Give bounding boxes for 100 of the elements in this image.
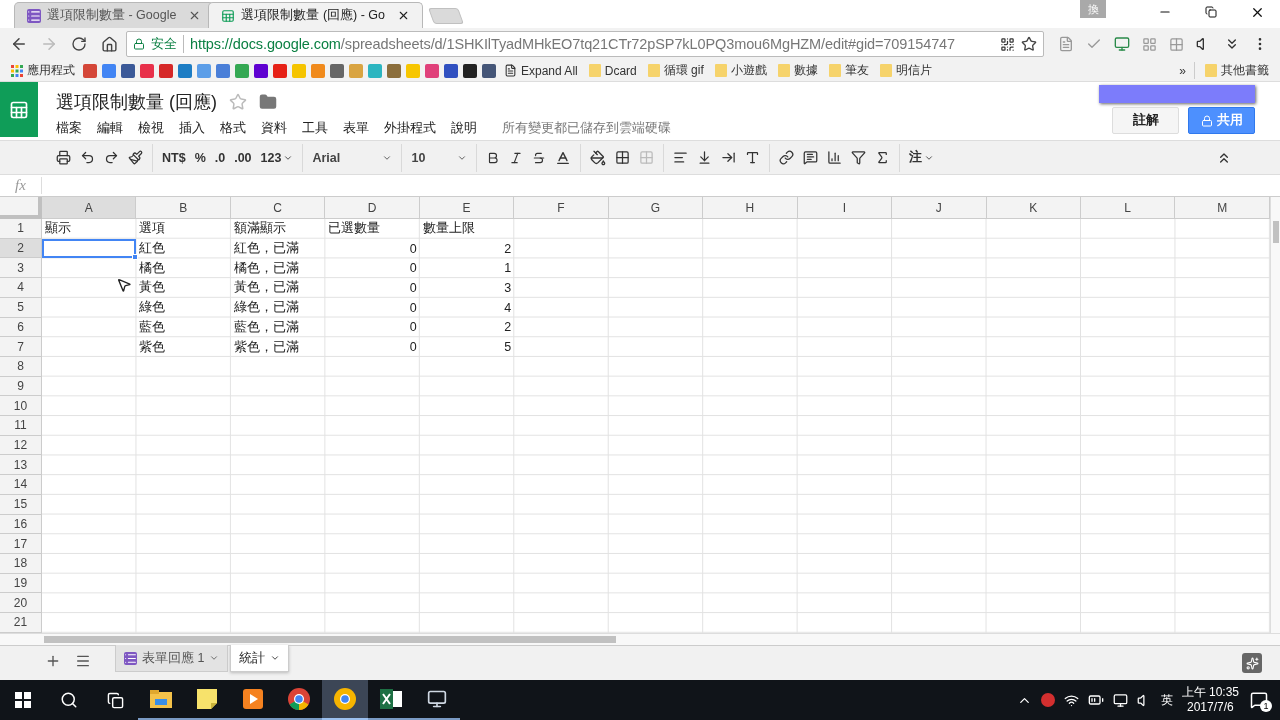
row-header[interactable]: 1 <box>0 219 42 239</box>
row-header[interactable]: 4 <box>0 278 42 298</box>
bookmark-folder[interactable]: Dcard <box>585 63 640 78</box>
row-header[interactable]: 15 <box>0 494 42 515</box>
extension-icon[interactable] <box>1114 36 1130 52</box>
row-header[interactable]: 18 <box>0 553 42 574</box>
bookmark-folder[interactable]: 循環 gif <box>644 62 707 79</box>
row-header[interactable]: 14 <box>0 475 42 495</box>
bookmark-link[interactable]: 應用程式 <box>8 62 78 79</box>
column-header[interactable]: G <box>608 197 704 219</box>
row-header[interactable]: 8 <box>0 356 42 377</box>
address-bar[interactable]: 安全 https://docs.google.com/spreadsheets/d/1SHKIlTyadMHkEO7tq21CTr72pSP7kL0PQ3mou6MgHZM/edit#gid=709154747 <box>126 31 1044 57</box>
row-header[interactable]: 21 <box>0 613 42 633</box>
bookmark-folder[interactable]: 小遊戲 <box>711 62 770 79</box>
input-method[interactable]: 英 <box>1160 691 1173 709</box>
row-header[interactable]: 19 <box>0 573 42 594</box>
favicon-icon[interactable] <box>482 63 496 78</box>
notification-button[interactable]: 1 <box>1248 689 1270 711</box>
number-format-button[interactable]: 123 <box>260 150 294 165</box>
merge-cells-icon[interactable] <box>639 150 655 165</box>
row-header[interactable]: 6 <box>0 317 42 338</box>
percent-button[interactable]: % <box>194 150 206 165</box>
paint-format-icon[interactable] <box>128 150 143 165</box>
font-dropdown[interactable]: Arial <box>312 150 393 165</box>
favicon-icon[interactable] <box>444 63 458 78</box>
overflow-button[interactable]: » <box>1176 63 1189 78</box>
menu-item[interactable]: 格式 <box>220 119 254 137</box>
explore-button[interactable] <box>1242 653 1262 673</box>
bold-icon[interactable] <box>486 150 501 165</box>
qr-code-icon[interactable] <box>1000 36 1015 52</box>
menu-item[interactable]: 資料 <box>261 119 295 137</box>
link-icon[interactable] <box>779 150 795 165</box>
extension-icon[interactable] <box>1058 36 1074 52</box>
menu-item[interactable]: 檔案 <box>56 119 90 137</box>
redo-icon[interactable] <box>104 150 119 165</box>
document-title[interactable]: 選項限制數量 (回應) <box>56 90 217 114</box>
font-size-dropdown[interactable]: 10 <box>411 150 468 165</box>
menu-item[interactable]: 編輯 <box>97 119 131 137</box>
menu-item[interactable]: 說明 <box>451 119 485 137</box>
bookmark-folder[interactable]: 數據 <box>774 62 821 79</box>
menu-item[interactable]: 表單 <box>343 119 377 137</box>
chart-icon[interactable] <box>827 150 843 165</box>
bookmark-folder[interactable]: 其他書籤 <box>1194 62 1272 79</box>
row-header[interactable]: 12 <box>0 435 42 456</box>
column-header[interactable]: E <box>419 197 515 219</box>
row-header[interactable]: 9 <box>0 376 42 397</box>
all-sheets-icon[interactable] <box>75 653 91 669</box>
browser-tab[interactable]: 選項限制數量 (回應) - Go <box>208 2 423 28</box>
column-header[interactable]: F <box>514 197 609 219</box>
align-icon[interactable] <box>673 150 689 165</box>
row-header[interactable]: 20 <box>0 593 42 614</box>
text-color-icon[interactable] <box>555 149 572 166</box>
row-header[interactable]: 16 <box>0 514 42 535</box>
undo-icon[interactable] <box>80 150 95 165</box>
sheet-tab[interactable]: 表單回應 1 <box>115 645 229 672</box>
text-rotation-icon[interactable] <box>745 150 761 165</box>
display-icon[interactable] <box>1112 692 1128 708</box>
italic-icon[interactable] <box>509 150 524 165</box>
selected-cell[interactable] <box>42 238 137 259</box>
row-header[interactable]: 7 <box>0 337 42 357</box>
favicon-icon[interactable] <box>121 63 135 78</box>
menu-item[interactable]: 外掛程式 <box>384 119 444 137</box>
note-button[interactable]: 注 <box>909 149 935 166</box>
column-header[interactable]: K <box>986 197 1081 219</box>
sheets-logo[interactable] <box>0 82 38 137</box>
clock[interactable]: 上午 10:35 2017/7/6 <box>1181 685 1239 715</box>
scroll-thumb[interactable] <box>1272 221 1279 243</box>
star-icon[interactable] <box>229 93 247 111</box>
menu-item[interactable]: 檢視 <box>138 119 172 137</box>
vertical-scrollbar[interactable] <box>1269 197 1280 633</box>
strikethrough-icon[interactable] <box>532 150 547 165</box>
fill-color-icon[interactable] <box>590 149 607 166</box>
network-icon[interactable] <box>1063 692 1079 708</box>
menu-item[interactable]: 插入 <box>179 119 213 137</box>
comment-icon[interactable] <box>803 150 819 165</box>
bookmark-folder[interactable]: 明信片 <box>876 62 935 79</box>
column-header[interactable]: L <box>1081 197 1176 219</box>
decrease-decimal-button[interactable]: .0 <box>214 150 226 165</box>
star-icon[interactable] <box>1021 36 1037 52</box>
column-header[interactable]: I <box>797 197 893 219</box>
row-header[interactable]: 5 <box>0 297 42 318</box>
favicon-icon[interactable] <box>463 63 477 78</box>
column-header[interactable]: D <box>325 197 420 219</box>
row-header[interactable]: 11 <box>0 416 42 436</box>
currency-button[interactable]: NT$ <box>162 150 186 165</box>
column-header[interactable]: A <box>42 197 137 219</box>
text-wrap-icon[interactable] <box>721 150 737 165</box>
column-header[interactable]: H <box>703 197 798 219</box>
row-header[interactable]: 13 <box>0 455 42 476</box>
scroll-thumb[interactable] <box>44 636 616 643</box>
folder-icon[interactable] <box>259 93 277 111</box>
close-icon[interactable] <box>397 9 410 22</box>
bookmark-link[interactable]: Expand All <box>501 63 581 78</box>
increase-decimal-button[interactable]: .00 <box>234 150 252 165</box>
extension-icon[interactable] <box>1169 36 1184 52</box>
tray-app-icon[interactable] <box>1040 693 1055 707</box>
filter-icon[interactable] <box>851 150 867 165</box>
print-icon[interactable] <box>56 150 71 165</box>
battery-icon[interactable] <box>1087 692 1104 708</box>
row-header[interactable]: 10 <box>0 396 42 417</box>
